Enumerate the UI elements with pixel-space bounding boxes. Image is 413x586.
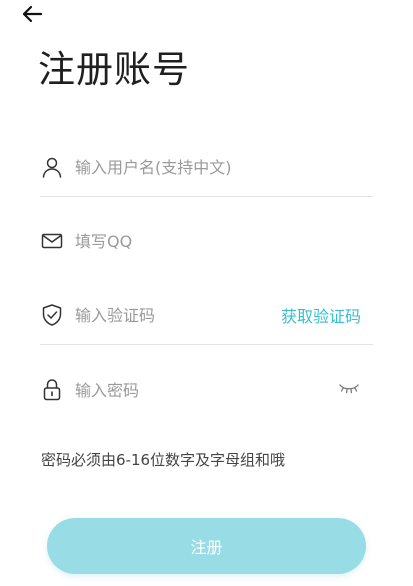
- verification-code-input[interactable]: [75, 300, 281, 330]
- username-field: [40, 138, 373, 197]
- password-input[interactable]: [75, 375, 337, 405]
- register-button[interactable]: 注册: [47, 518, 366, 574]
- password-field: [40, 361, 373, 419]
- username-input[interactable]: [75, 152, 373, 182]
- password-visibility-toggle[interactable]: [337, 378, 361, 402]
- back-button[interactable]: [18, 4, 46, 28]
- password-hint: 密码必须由6-16位数字及字母组和哦: [41, 451, 286, 469]
- qq-input[interactable]: [75, 226, 373, 256]
- shield-check-icon: [40, 303, 64, 327]
- lock-icon: [40, 378, 64, 402]
- mail-icon: [40, 229, 64, 253]
- page-title: 注册账号: [38, 48, 190, 91]
- qq-field: [40, 212, 373, 270]
- arrow-left-icon: [21, 5, 43, 27]
- get-verification-code-button[interactable]: 获取验证码: [281, 303, 361, 327]
- eye-closed-icon: [338, 381, 360, 400]
- verification-code-field: 获取验证码: [40, 286, 373, 345]
- user-icon: [40, 155, 64, 179]
